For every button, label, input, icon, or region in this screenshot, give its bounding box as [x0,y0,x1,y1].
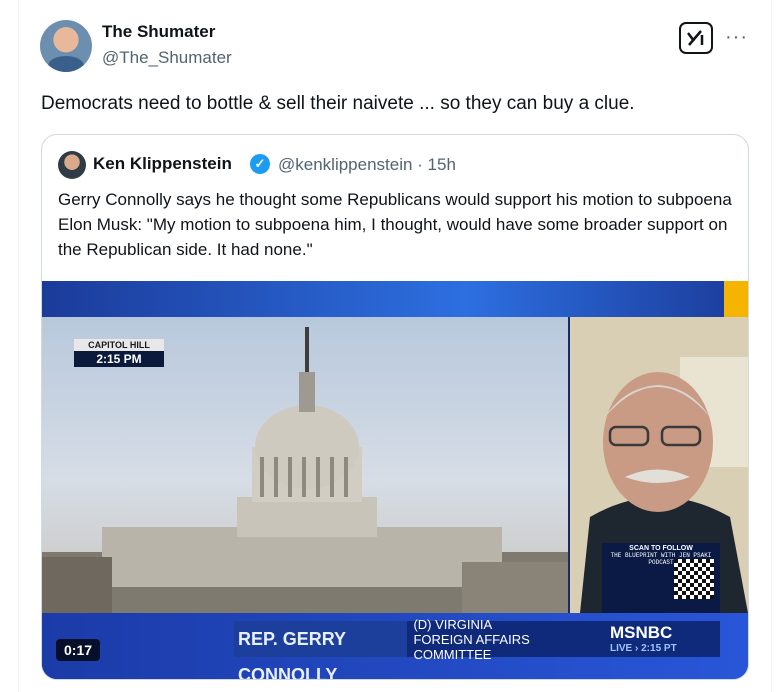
grok-icon [687,30,704,46]
quoted-tweet-text: Gerry Connolly says he thought some Repu… [58,190,732,259]
chyron-name: REP. GERRY CONNOLLY [234,621,408,679]
qr-promo: SCAN TO FOLLOW THE BLUEPRINT WITH JEN PS… [602,543,720,613]
location-label: CAPITOL HILL [74,339,164,351]
tweet-text: Democrats need to bottle & sell their na… [41,93,635,114]
location-tag: CAPITOL HILL 2:15 PM [74,339,164,367]
author-avatar[interactable] [40,20,92,72]
quoted-tweet[interactable]: Ken Klippenstein ✓ @kenklippenstein · 15… [41,134,749,680]
chyron: REP. GERRY CONNOLLY (D) VIRGINIA FOREIGN… [234,617,604,679]
chyron-details: (D) VIRGINIA FOREIGN AFFAIRS COMMITTEE [407,617,604,662]
verified-badge-icon: ✓ [250,154,270,174]
quoted-author-avatar[interactable] [58,151,86,179]
scan-title: SCAN TO FOLLOW [629,545,693,552]
avatar-shirt [48,56,84,72]
broadcast-top-band [42,281,748,317]
more-options-button[interactable]: ··· [725,26,748,49]
author-handle[interactable]: @The_Shumater [102,48,232,68]
grok-button[interactable] [679,22,713,54]
video-timestamp: 0:17 [56,639,101,661]
time-label: 2:15 PM [74,351,164,367]
quoted-author-handle[interactable]: @kenklippenstein · 15h [278,155,456,175]
video-player[interactable]: CAPITOL HILL 2:15 PM SCAN TO FOLLOW THE … [42,281,748,679]
chyron-line-1: (D) VIRGINIA [413,616,493,632]
network-bug: MSNBC LIVE › 2:15 PT [604,621,720,657]
top-band-accent [724,281,748,317]
chyron-line-2: FOREIGN AFFAIRS COMMITTEE [413,631,530,662]
author-name[interactable]: The Shumater [102,22,215,42]
qr-code-icon [674,559,714,599]
live-label: LIVE › 2:15 PT [610,643,677,654]
capitol-scene: CAPITOL HILL 2:15 PM [42,317,568,613]
quoted-author-name[interactable]: Ken Klippenstein [93,154,232,174]
network-logo: MSNBC [610,623,673,642]
